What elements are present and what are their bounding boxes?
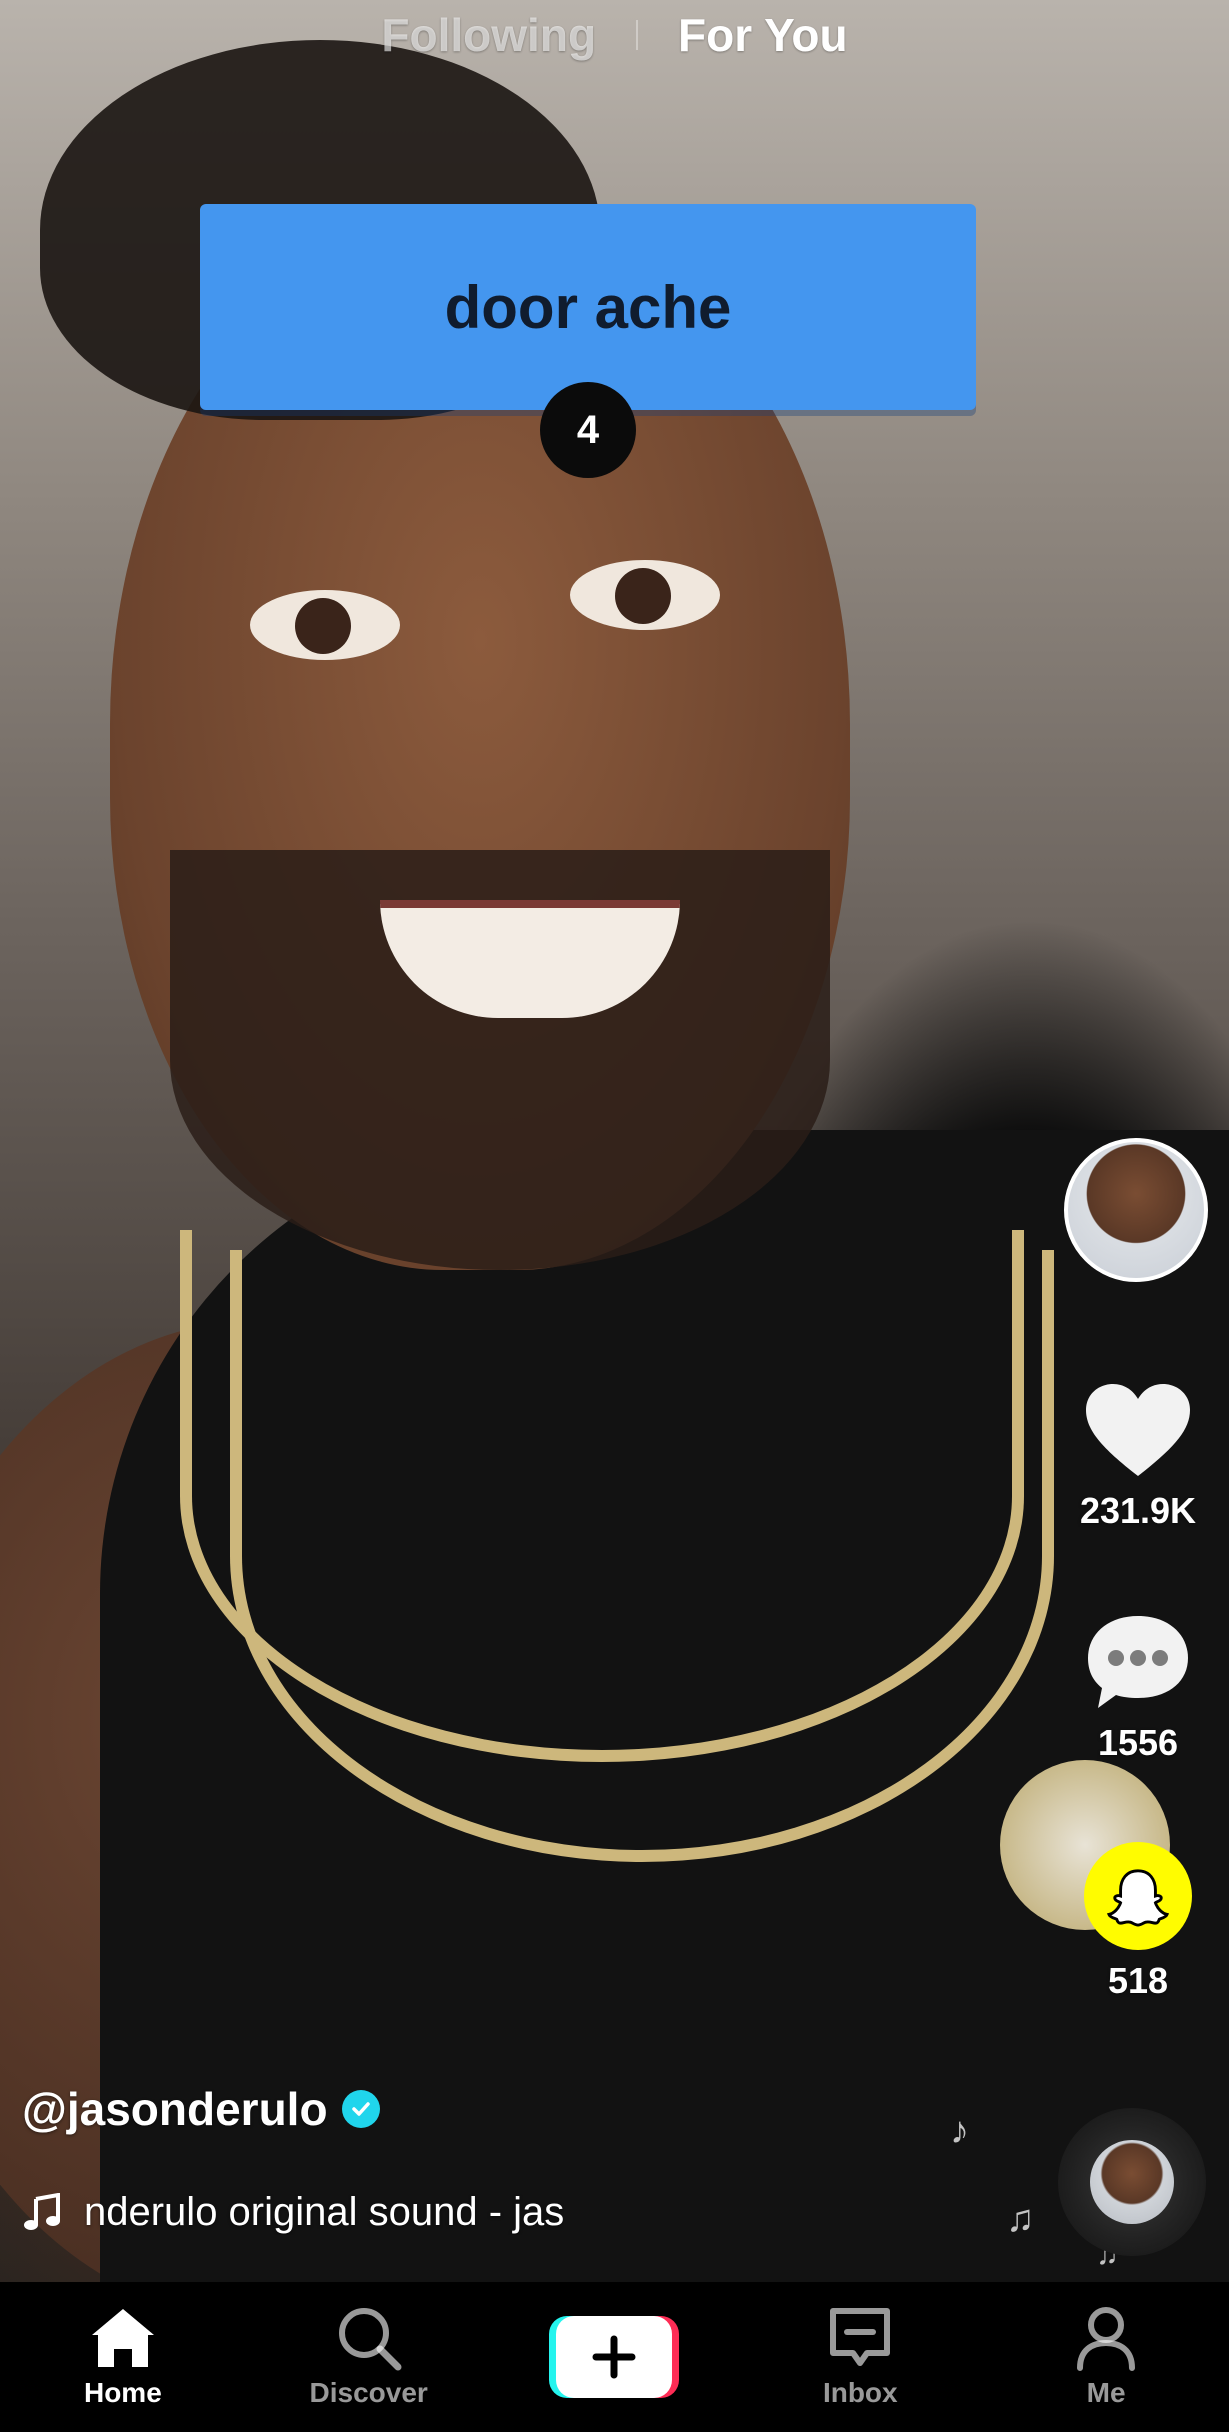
music-note-icon <box>24 2192 60 2230</box>
tab-following[interactable]: Following <box>381 8 596 62</box>
like-action[interactable]: 231.9K <box>1064 1380 1212 1532</box>
caption-text: door ache <box>444 273 732 341</box>
floating-note-icon: ♫ <box>1006 2198 1035 2240</box>
creator-avatar[interactable] <box>1064 1138 1208 1282</box>
creator-info: @jasonderulo <box>22 2082 380 2136</box>
share-count: 518 <box>1107 1960 1169 2001</box>
heart-icon[interactable] <box>1082 1380 1194 1480</box>
nav-inbox-label: Inbox <box>822 2377 898 2408</box>
floating-note-icon: ♪ <box>950 2110 969 2152</box>
verified-badge-icon <box>341 2090 380 2128</box>
nav-inbox[interactable]: Inbox <box>760 2305 960 2409</box>
share-button[interactable] <box>1084 1842 1192 1950</box>
nav-create[interactable] <box>514 2316 714 2398</box>
video-chain-2 <box>230 1250 1054 1862</box>
nav-me-label: Me <box>1086 2377 1126 2408</box>
sound-info[interactable]: nderulo original sound - jas <box>22 2190 642 2235</box>
home-icon <box>91 2309 154 2367</box>
comment-action[interactable]: 1556 <box>1064 1612 1212 1764</box>
tab-divider <box>636 20 639 50</box>
plus-icon <box>592 2335 636 2379</box>
nav-home[interactable]: Home <box>23 2305 223 2409</box>
like-count: 231.9K <box>1079 1490 1197 1531</box>
sound-disc[interactable] <box>1058 2108 1206 2256</box>
creator-username[interactable]: @jasonderulo <box>22 2082 328 2136</box>
nav-discover-label: Discover <box>309 2377 428 2408</box>
create-button-face <box>556 2316 673 2398</box>
caption-counter: 4 <box>540 382 636 478</box>
comment-bubble-icon[interactable] <box>1084 1612 1192 1712</box>
nav-me[interactable]: Me <box>1006 2305 1206 2409</box>
bottom-nav: Home Discover Inbox Me <box>0 2282 1229 2432</box>
tiktok-screen: Following For You door ache 4 231.9K 155… <box>0 0 1229 2432</box>
nav-discover[interactable]: Discover <box>269 2305 469 2409</box>
tab-for-you[interactable]: For You <box>678 8 848 62</box>
video-eye-right <box>570 560 720 630</box>
search-icon <box>338 2308 402 2371</box>
inbox-icon <box>830 2308 891 2366</box>
comment-count: 1556 <box>1097 1722 1179 1763</box>
profile-icon <box>1077 2307 1136 2371</box>
caption-box: door ache <box>200 204 976 410</box>
nav-home-label: Home <box>83 2377 162 2408</box>
feed-tabs: Following For You <box>0 8 1229 62</box>
video-eye-left <box>250 590 400 660</box>
sound-disc-avatar <box>1090 2140 1174 2224</box>
share-action[interactable]: 518 <box>1064 1842 1212 2002</box>
sound-title: nderulo original sound - jas <box>84 2190 565 2234</box>
snapchat-ghost-icon <box>1107 1869 1169 1927</box>
create-button[interactable] <box>549 2316 680 2398</box>
